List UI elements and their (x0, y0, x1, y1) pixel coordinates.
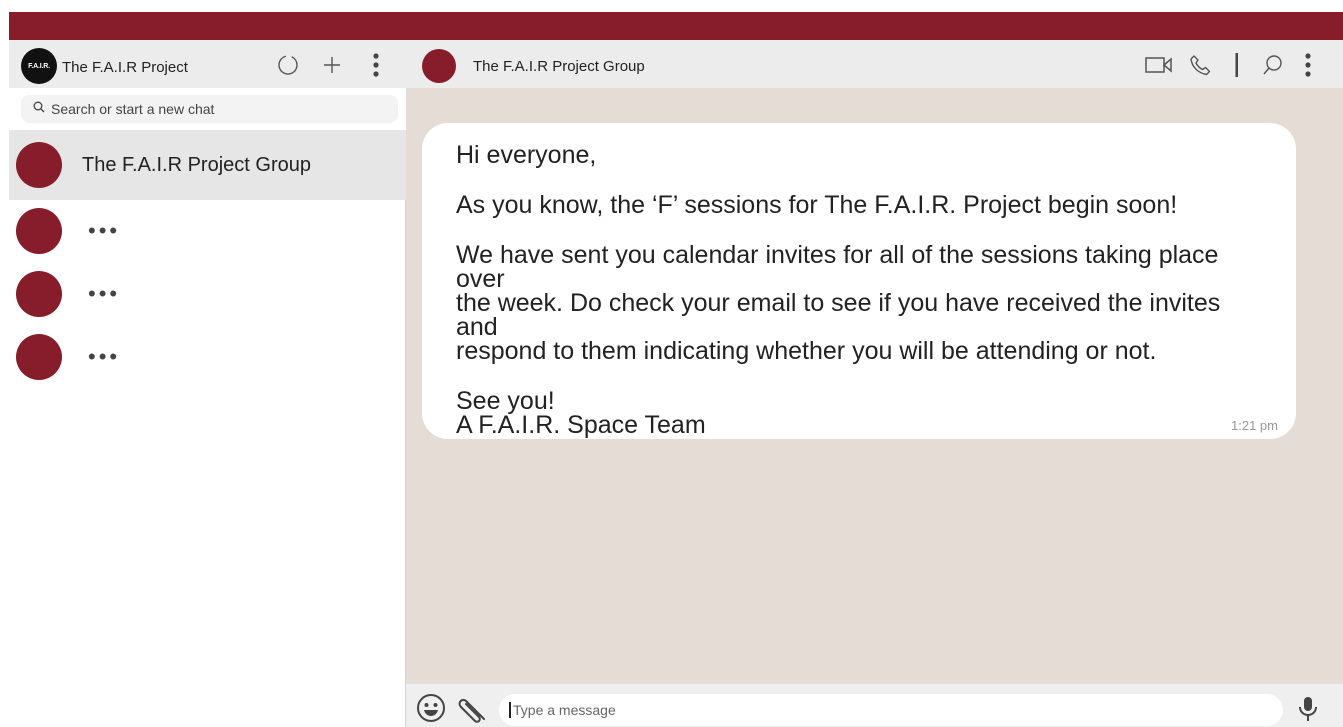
status-icon[interactable] (275, 52, 301, 78)
profile-title: The F.A.I.R Project (62, 59, 188, 76)
message-input[interactable]: Type a message (499, 694, 1283, 726)
sidebar-header: F.A.I.R. The F.A.I.R Project (9, 40, 406, 88)
avatar (16, 271, 62, 317)
search-bar: Search or start a new chat (9, 88, 406, 130)
attachment-icon[interactable] (456, 693, 488, 723)
message-greeting: Hi everyone, (456, 141, 597, 169)
microphone-icon[interactable] (1295, 694, 1321, 724)
chat-panel: The F.A.I.R Project Group Hi everyone, A… (406, 40, 1343, 727)
message-timestamp: 1:21 pm (1231, 418, 1278, 433)
message-bubble: Hi everyone, As you know, the ‘F’ sessio… (422, 123, 1296, 439)
message-line: respond to them indicating whether you w… (456, 337, 1157, 365)
chat-list-item[interactable]: ••• (9, 261, 406, 327)
message-composer: Type a message (406, 684, 1343, 727)
chat-name: ••• (88, 218, 121, 243)
kebab-menu-icon[interactable] (1302, 52, 1314, 78)
avatar (16, 142, 62, 188)
plus-icon[interactable] (319, 52, 345, 78)
search-placeholder: Search or start a new chat (51, 101, 215, 117)
phone-icon[interactable] (1187, 52, 1213, 78)
top-accent-bar (9, 12, 1343, 40)
text-caret (509, 702, 511, 718)
chat-list-item[interactable]: The F.A.I.R Project Group (9, 130, 406, 200)
chat-title[interactable]: The F.A.I.R Project Group (473, 58, 645, 75)
logo-text: F.A.I.R. (28, 62, 50, 70)
profile-logo[interactable]: F.A.I.R. (21, 48, 57, 84)
chat-name: ••• (88, 344, 121, 369)
chat-list-item[interactable]: ••• (9, 198, 406, 264)
group-avatar[interactable] (422, 49, 456, 83)
search-icon[interactable] (1260, 52, 1286, 78)
sidebar: F.A.I.R. The F.A.I.R Project Search or s… (9, 40, 406, 727)
message-line: A F.A.I.R. Space Team (456, 411, 706, 439)
kebab-menu-icon[interactable] (363, 52, 389, 78)
chat-name: The F.A.I.R Project Group (82, 153, 311, 176)
emoji-icon[interactable] (416, 693, 446, 723)
search-input[interactable]: Search or start a new chat (21, 95, 398, 123)
message-line: the week. Do check your email to see if … (456, 289, 1221, 341)
message-text: Hi everyone, As you know, the ‘F’ sessio… (456, 141, 1262, 439)
chat-list-item[interactable]: ••• (9, 324, 406, 390)
chat-header: The F.A.I.R Project Group (406, 40, 1343, 88)
message-paragraph: We have sent you calendar invites for al… (456, 241, 1262, 365)
chat-name: ••• (88, 281, 121, 306)
avatar (16, 208, 62, 254)
message-line: We have sent you calendar invites for al… (456, 241, 1219, 293)
search-icon (33, 100, 45, 118)
message-signature: See you! A F.A.I.R. Space Team (456, 389, 1262, 439)
video-call-icon[interactable] (1144, 52, 1174, 78)
message-placeholder: Type a message (513, 702, 616, 718)
avatar (16, 334, 62, 380)
separator-divider (1234, 52, 1240, 78)
message-paragraph: As you know, the ‘F’ sessions for The F.… (456, 191, 1178, 219)
